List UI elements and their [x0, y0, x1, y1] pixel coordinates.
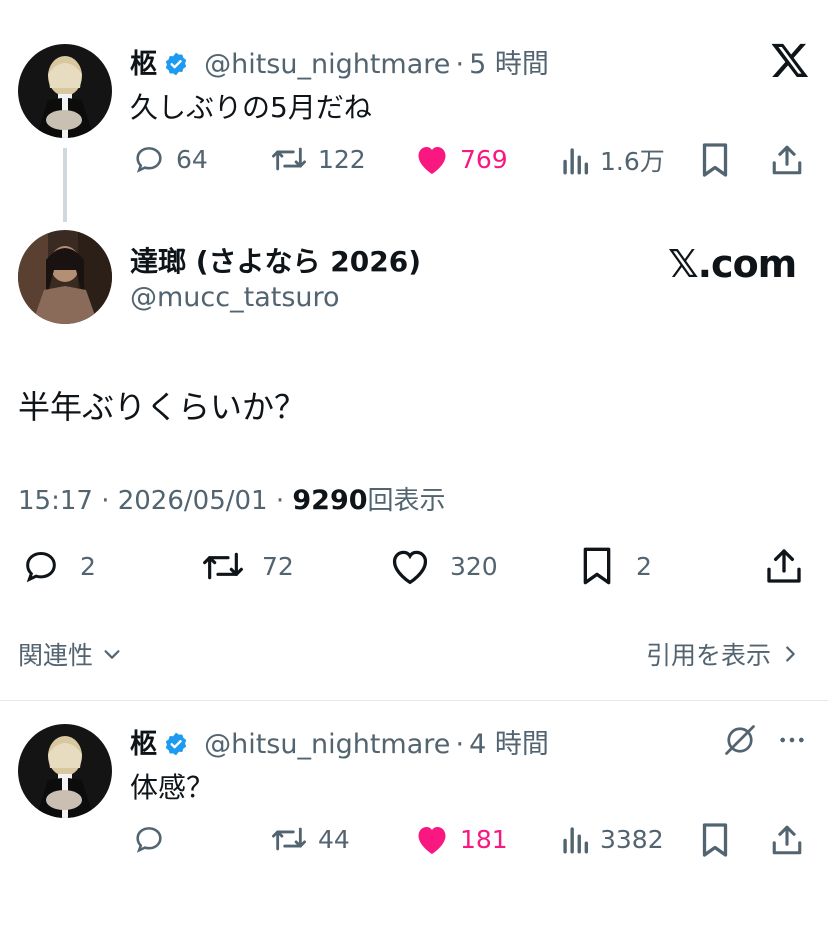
verified-badge-icon: [163, 51, 189, 81]
more-options-icon[interactable]: [776, 726, 808, 758]
quoted-retweet-button[interactable]: 72: [200, 546, 294, 586]
quoted-text: 半年ぶりくらいか？: [18, 388, 307, 426]
bookmark-button[interactable]: [700, 142, 730, 178]
retweet-button[interactable]: 122: [270, 142, 366, 176]
show-quotes-label: 引用を表示: [646, 641, 772, 670]
share-icon: [772, 145, 802, 175]
quoted-meta: 15:17 · 2026/05/01 · 9290回表示: [18, 480, 446, 517]
retweet-button[interactable]: 44: [270, 822, 350, 856]
author-name[interactable]: 柩: [130, 49, 157, 80]
share-button[interactable]: [770, 142, 804, 178]
section-divider: [0, 700, 828, 701]
retweet-count: 122: [318, 144, 366, 174]
views-chart-icon: [563, 827, 589, 854]
bookmark-button[interactable]: [700, 822, 730, 858]
bookmark-icon: [702, 823, 728, 857]
views-chart-icon: [563, 148, 589, 175]
retweet-icon: [271, 827, 306, 851]
verified-badge-icon: [163, 731, 189, 761]
avatar-tatsuro[interactable]: [18, 230, 112, 324]
views-count: 1.6万: [600, 147, 665, 176]
share-button[interactable]: [770, 822, 804, 858]
post-time[interactable]: 5 時間: [469, 49, 549, 80]
reply-button[interactable]: 64: [132, 142, 208, 176]
quoted-reply-count: 2: [80, 551, 96, 581]
views-number: 9290: [292, 485, 368, 516]
quoted-share-button[interactable]: [764, 546, 804, 586]
quoted-like-button[interactable]: 320: [388, 546, 498, 586]
grok-icon[interactable]: [722, 722, 758, 762]
heart-filled-icon: [418, 827, 446, 854]
views-button[interactable]: 1.6万: [560, 142, 665, 178]
post-timestamp[interactable]: 15:17 · 2026/05/01 ·: [18, 486, 284, 516]
avatar-hitsu[interactable]: [18, 724, 112, 818]
retweet-icon: [203, 552, 243, 580]
bookmark-icon: [583, 547, 611, 585]
like-count: 769: [460, 144, 508, 174]
separator-dot: ·: [455, 49, 465, 80]
author-handle[interactable]: @hitsu_nightmare: [204, 49, 450, 80]
quoted-reply-button[interactable]: 2: [20, 546, 96, 586]
quoted-author-name[interactable]: 達瑯 (さよなら 2026): [130, 240, 421, 280]
tweet1-text: 久しぶりの5月だね: [130, 91, 372, 124]
views-button[interactable]: 3382: [560, 822, 664, 856]
reply-icon: [26, 551, 56, 583]
chevron-right-icon: [786, 646, 795, 662]
like-button[interactable]: 769: [414, 142, 508, 176]
heart-filled-icon: [418, 147, 446, 174]
share-icon: [772, 825, 802, 855]
thread-line: [63, 148, 67, 222]
x-com-brand: 𝕏.com: [668, 242, 797, 286]
like-button[interactable]: 181: [414, 822, 508, 856]
views-count: 3382: [600, 824, 664, 854]
sort-label: 関連性: [18, 641, 94, 670]
avatar-hitsu[interactable]: [18, 44, 112, 138]
like-count: 181: [460, 824, 508, 854]
reply-icon: [136, 827, 162, 853]
author-name[interactable]: 柩: [130, 729, 157, 760]
show-quotes-link[interactable]: 引用を表示: [646, 636, 801, 672]
tweet1-header: 柩 @hitsu_nightmare · 5 時間: [130, 42, 549, 81]
reply-icon: [136, 147, 162, 173]
separator-dot: ·: [455, 729, 465, 760]
reply-button[interactable]: [132, 822, 166, 856]
quoted-bookmark-button[interactable]: 2: [580, 546, 652, 586]
post-time[interactable]: 4 時間: [469, 729, 549, 760]
tweet2-text: 体感？: [130, 771, 215, 804]
chevron-down-icon: [104, 650, 120, 659]
quoted-like-count: 320: [450, 551, 498, 581]
retweet-count: 44: [318, 824, 350, 854]
x-logo-icon: [770, 40, 810, 84]
reply-count: 64: [176, 144, 208, 174]
retweet-icon: [271, 147, 306, 171]
quoted-retweet-count: 72: [262, 551, 294, 581]
quoted-bookmark-count: 2: [636, 551, 652, 581]
author-handle[interactable]: @hitsu_nightmare: [204, 729, 450, 760]
tweet2-header: 柩 @hitsu_nightmare · 4 時間: [130, 722, 549, 761]
share-icon: [767, 549, 801, 583]
quoted-author-handle[interactable]: @mucc_tatsuro: [130, 282, 340, 313]
bookmark-icon: [702, 143, 728, 177]
heart-outline-icon: [392, 550, 428, 585]
sort-relevance-dropdown[interactable]: 関連性: [18, 636, 123, 672]
views-label: 回表示: [367, 486, 446, 516]
